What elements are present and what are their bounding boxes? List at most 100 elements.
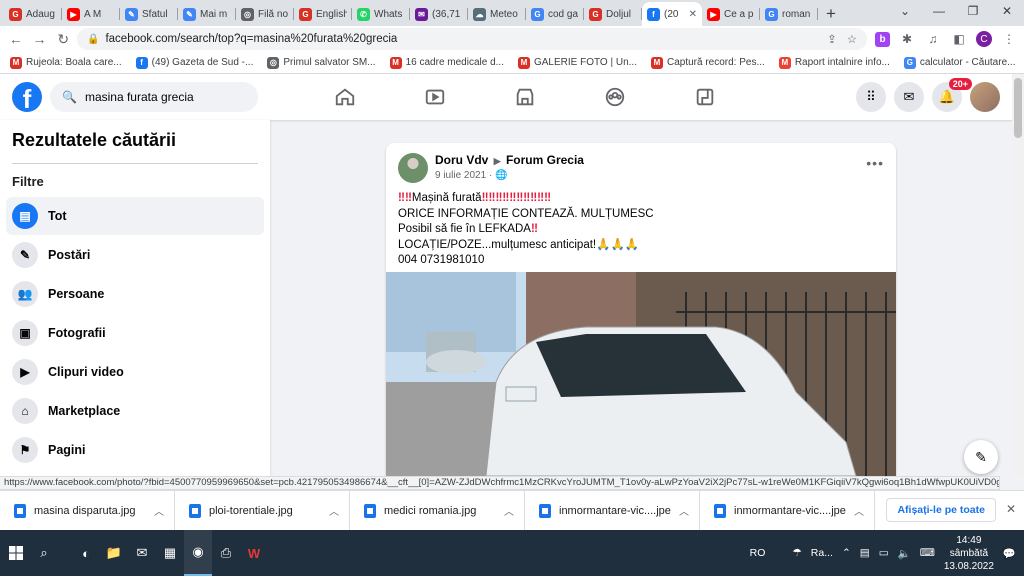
browser-tab[interactable]: G Adaug (4, 2, 62, 26)
network-icon[interactable]: ▤ (860, 547, 870, 559)
chrome-icon[interactable]: ◉ (184, 530, 212, 576)
side-panel-icon[interactable]: ◧ (950, 30, 968, 48)
language-indicator[interactable]: RO (750, 547, 766, 559)
account-avatar[interactable] (970, 82, 1000, 112)
page-scrollbar[interactable] (1012, 74, 1024, 476)
browser-tab[interactable]: Groman (760, 2, 818, 26)
browser-tab[interactable]: ✆ Whats (352, 2, 410, 26)
sidebar-item-people[interactable]: 👥 Persoane (6, 275, 264, 313)
share-icon[interactable]: ⇪ (827, 32, 837, 46)
edge-icon[interactable]: ◐ (72, 530, 100, 576)
chevron-up-icon[interactable]: ︿ (329, 503, 339, 518)
sidebar-item-video[interactable]: ▶ Clipuri video (6, 353, 264, 391)
tab-search-icon[interactable]: ⌄ (888, 0, 922, 22)
groups-icon[interactable] (570, 74, 660, 120)
notifications-bell-icon[interactable]: 🔔 20+ (932, 78, 972, 112)
chevron-up-icon[interactable]: ︿ (154, 503, 164, 518)
close-tab-icon[interactable]: ✕ (689, 9, 697, 20)
close-download-shelf-icon[interactable]: ✕ (1006, 502, 1016, 516)
sidebar-item-marketplace[interactable]: ⌂ Marketplace (6, 392, 264, 430)
chevron-up-icon[interactable]: ︿ (504, 503, 514, 518)
battery-icon[interactable]: ▭ (879, 547, 889, 559)
browser-tab[interactable]: G English (294, 2, 352, 26)
post-date[interactable]: 9 iulie 2021 (435, 170, 486, 181)
bookmark-item[interactable]: f (49) Gazeta de Sud -... (135, 56, 253, 69)
browser-tab[interactable]: ☁ Meteo (468, 2, 526, 26)
clock[interactable]: 14:49 sâmbătă 13.08.2022 (944, 534, 994, 573)
reload-button[interactable]: ↻ (53, 28, 73, 50)
home-icon[interactable] (300, 74, 390, 120)
close-window-button[interactable]: ✕ (990, 0, 1024, 22)
windows-start-button[interactable] (2, 546, 30, 560)
browser-tab[interactable]: ✎ Sfatul (120, 2, 178, 26)
forward-button[interactable]: → (30, 28, 50, 50)
file-explorer-icon[interactable]: 📁 (100, 530, 128, 576)
weather-icon[interactable]: ☂ (792, 547, 801, 559)
extensions-puzzle-icon[interactable]: ✱ (898, 30, 916, 48)
facebook-logo[interactable]: f (12, 82, 42, 112)
scrollbar-thumb[interactable] (1014, 78, 1022, 138)
gaming-icon[interactable] (660, 74, 750, 120)
search-icon[interactable]: ⌕ (30, 530, 58, 576)
lock-icon[interactable]: 🔒 (87, 34, 99, 45)
post-options-icon[interactable]: ••• (866, 155, 884, 183)
facebook-search-box[interactable]: 🔍 masina furata grecia (50, 82, 258, 112)
keyboard-icon[interactable]: ⌨ (920, 547, 935, 559)
browser-tab[interactable]: G Doljul (584, 2, 642, 26)
bookmark-item[interactable]: Gcalculator - Căutare... (903, 56, 1015, 69)
show-all-downloads-button[interactable]: Afișați-le pe toate (886, 498, 996, 522)
bookmark-item[interactable]: M Raport intalnire info... (778, 56, 890, 69)
bookmark-item[interactable]: ◎ Primul salvator SM... (267, 56, 376, 69)
browser-tab[interactable]: ✎ Mai m (178, 2, 236, 26)
bookmark-star-icon[interactable]: ☆ (847, 32, 857, 46)
browser-tab[interactable]: ✉ (36,71 (410, 2, 468, 26)
browser-tab[interactable]: ▶ A M (62, 2, 120, 26)
weather-text[interactable]: Ra... (811, 547, 833, 559)
download-item[interactable]: inmormantare-vic....jpeg ︿ (525, 490, 700, 531)
chevron-up-icon[interactable]: ⌃ (842, 547, 851, 559)
new-tab-button[interactable]: + (818, 2, 844, 26)
sidebar-item-posts[interactable]: ✎ Postări (6, 236, 264, 274)
bookmark-item[interactable]: M Rujeola: Boala care... (10, 56, 122, 69)
new-message-button[interactable]: ✎ (964, 440, 998, 474)
sidebar-item-photos[interactable]: ▣ Fotografii (6, 314, 264, 352)
extension-icon[interactable]: b (875, 31, 891, 47)
menu-grid-icon[interactable]: ⠿ (856, 82, 886, 112)
notification-center-icon[interactable]: 💬 (1003, 547, 1016, 560)
chevron-up-icon[interactable]: ︿ (854, 503, 864, 518)
download-item[interactable]: ploi-torentiale.jpg ︿ (175, 490, 350, 531)
sidebar-item-all[interactable]: ▤ Tot (6, 197, 264, 235)
author-avatar[interactable] (398, 153, 428, 183)
group-name[interactable]: Forum Grecia (506, 153, 584, 167)
messenger-icon[interactable]: ✉ (894, 82, 924, 112)
download-item[interactable]: medici romania.jpg ︿ (350, 490, 525, 531)
mail-icon[interactable]: ✉ (128, 530, 156, 576)
browser-tab[interactable]: f (20 ✕ (642, 2, 702, 26)
media-control-icon[interactable]: ♫ (924, 30, 942, 48)
author-name[interactable]: Doru Vdv (435, 153, 488, 167)
volume-icon[interactable]: 🔈 (898, 547, 911, 560)
bookmark-item[interactable]: M GALERIE FOTO | Un... (517, 56, 637, 69)
store-icon[interactable]: ▦ (156, 530, 184, 576)
address-bar[interactable]: 🔒 facebook.com/search/top?q=masina%20fur… (77, 28, 868, 50)
browser-tab[interactable]: ▶ Ce a p (702, 2, 760, 26)
browser-menu-icon[interactable]: ⋮ (1000, 30, 1018, 48)
bookmark-item[interactable]: M Captură record: Pes... (650, 56, 765, 69)
sidebar-item-pages[interactable]: ⚑ Pagini (6, 431, 264, 469)
post-photo[interactable] (386, 272, 896, 476)
restore-button[interactable]: ❐ (956, 0, 990, 22)
search-input[interactable]: masina furata grecia (85, 90, 194, 104)
marketplace-nav-icon[interactable] (480, 74, 570, 120)
watch-icon[interactable] (390, 74, 480, 120)
profile-avatar[interactable]: C (976, 31, 993, 47)
back-button[interactable]: ← (6, 28, 26, 50)
wps-icon[interactable]: W (240, 530, 268, 576)
printer-icon[interactable]: ⎙ (212, 530, 240, 576)
bookmark-item[interactable]: M 16 cadre medicale d... (389, 56, 504, 69)
download-item[interactable]: inmormantare-vic....jpeg ︿ (700, 490, 875, 531)
minimize-button[interactable]: — (922, 0, 956, 22)
browser-tab[interactable]: Gcod ga (526, 2, 584, 26)
download-item[interactable]: masina disparuta.jpg ︿ (0, 490, 175, 531)
chevron-up-icon[interactable]: ︿ (679, 503, 689, 518)
browser-tab[interactable]: ◎ Filă no (236, 2, 294, 26)
